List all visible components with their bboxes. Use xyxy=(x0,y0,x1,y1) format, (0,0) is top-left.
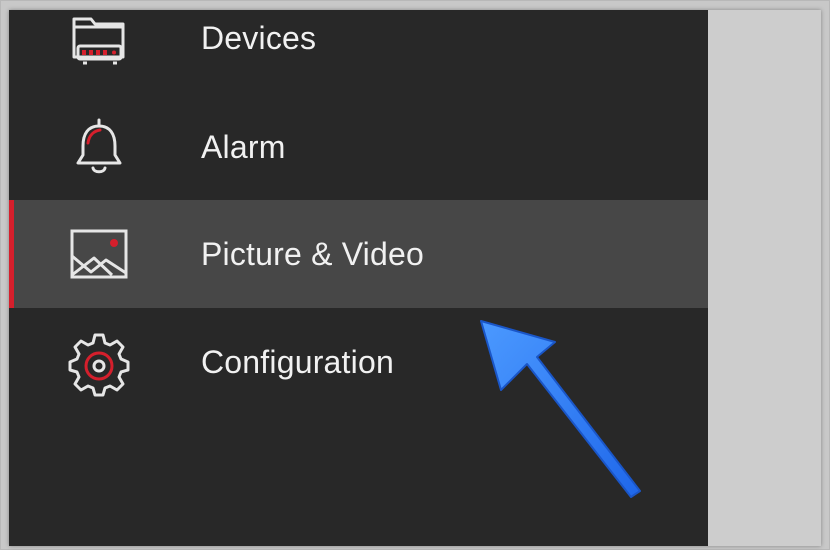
side-drawer-menu: Devices Alarm Picture & Video Configurat… xyxy=(9,10,708,546)
menu-item-devices[interactable]: Devices xyxy=(9,10,708,92)
devices-icon xyxy=(59,10,139,78)
picture-icon xyxy=(59,214,139,294)
gear-icon xyxy=(59,322,139,402)
menu-item-label-devices: Devices xyxy=(201,20,317,56)
menu-item-label-alarm: Alarm xyxy=(201,129,286,165)
menu-item-configuration[interactable]: Configuration xyxy=(9,308,708,416)
app-screen: Devices Alarm Picture & Video Configurat… xyxy=(9,10,821,546)
screenshot-frame: Devices Alarm Picture & Video Configurat… xyxy=(0,0,830,550)
menu-item-label-configuration: Configuration xyxy=(201,344,394,380)
menu-item-picture-video[interactable]: Picture & Video xyxy=(9,200,708,308)
bell-icon xyxy=(59,107,139,187)
menu-item-label-picture-video: Picture & Video xyxy=(201,236,424,272)
menu-item-alarm[interactable]: Alarm xyxy=(9,93,708,201)
content-overlay-panel[interactable] xyxy=(708,10,821,546)
